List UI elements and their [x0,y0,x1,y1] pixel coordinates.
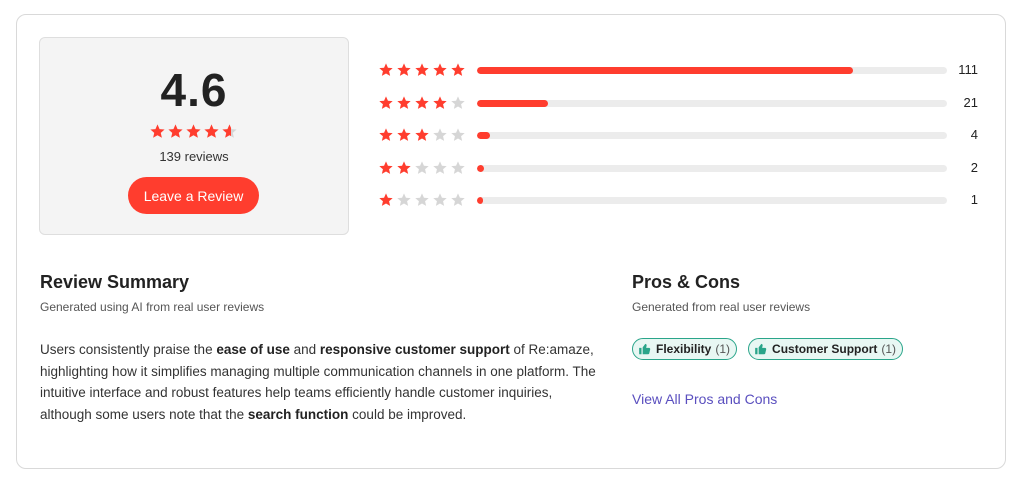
rating-bar-track [477,197,947,204]
rating-bar-track [477,132,947,139]
rating-count: 111 [958,62,978,77]
summary-highlight: ease of use [216,342,290,357]
reviews-card: 4.6 139 reviews Leave a Review 111 21 4 2 1 … [16,14,1006,469]
star-icon [432,95,450,112]
summary-text-segment: could be improved. [348,406,467,422]
tag-label: Customer Support [772,342,878,356]
star-icon [414,95,432,112]
summary-text-segment: Users consistently praise the [40,342,217,357]
star-icon [149,123,167,140]
star-icon [432,127,450,144]
rating-bar-track [477,164,947,172]
star-icon [221,123,239,140]
star-icon [167,123,185,140]
star-icon [414,192,432,209]
view-all-pros-cons-link[interactable]: View All Pros and Cons [632,391,777,407]
pro-tag-customer-support[interactable]: Customer Support (1) [748,338,904,360]
star-icon [203,123,221,140]
rating-count: 1 [970,192,978,207]
star-icon [450,160,468,177]
star-icon [450,192,468,209]
star-icon [378,95,396,112]
rating-row-4-star[interactable]: 21 [378,93,988,113]
rating-row-2-star[interactable]: 2 [378,158,988,178]
leave-review-button[interactable]: Leave a Review [128,177,259,214]
row-stars [378,192,468,209]
rating-bar-fill [477,67,853,74]
star-icon [378,127,396,144]
tag-count: (1) [715,342,731,356]
star-icon [414,62,432,79]
pros-cons-subtitle: Generated from real user reviews [632,300,811,314]
rating-bar-fill [477,197,483,204]
star-icon [432,192,450,209]
review-count: 139 reviews [159,149,229,164]
rating-row-5-star[interactable]: 111 [378,60,988,80]
rating-bar-track [477,67,947,74]
summary-highlight: search function [247,406,349,422]
star-icon [414,127,432,144]
star-icon [396,95,414,112]
star-icon [378,62,396,79]
row-stars [378,62,468,79]
summary-highlight: responsive customer support [319,342,510,357]
summary-text-segment: and [289,342,320,357]
rating-count: 4 [970,127,978,142]
average-rating: 4.6 [160,64,228,116]
row-stars [378,160,468,177]
review-summary-text: Users consistently praise the ease of us… [40,339,596,425]
review-summary-subtitle: Generated using AI from real user review… [40,300,265,314]
star-icon [185,123,203,140]
rating-row-3-star[interactable]: 4 [378,125,988,145]
star-icon [396,62,414,79]
star-icon [414,160,432,177]
tag-count: (1) [881,342,897,356]
star-icon [396,160,414,177]
rating-count: 21 [963,94,978,110]
rating-bar-fill [477,164,484,172]
star-icon [396,127,414,144]
star-icon [378,192,396,209]
row-stars [378,95,468,112]
rating-bar-track [477,99,947,107]
row-stars [378,127,468,144]
star-icon [450,127,468,144]
star-icon [432,160,450,177]
rating-bar-fill [477,132,491,139]
pro-tag-flexibility[interactable]: Flexibility (1) [632,338,738,360]
tag-label: Flexibility [656,342,712,356]
star-icon [378,160,396,177]
review-summary-title: Review Summary [40,272,190,292]
thumbs-up-icon [754,342,768,356]
star-icon [432,62,450,79]
thumbs-up-icon [638,342,652,356]
star-icon [450,62,468,79]
rating-overview: 4.6 139 reviews Leave a Review [39,37,349,235]
star-icon [396,192,414,209]
rating-bar-fill [477,99,548,107]
star-icon [450,95,468,112]
average-stars [40,123,348,140]
rating-count: 2 [970,159,978,175]
pros-cons-title: Pros & Cons [632,272,741,292]
pros-cons-tags: Flexibility (1) Customer Support (1) [632,338,904,360]
rating-row-1-star[interactable]: 1 [378,190,988,210]
